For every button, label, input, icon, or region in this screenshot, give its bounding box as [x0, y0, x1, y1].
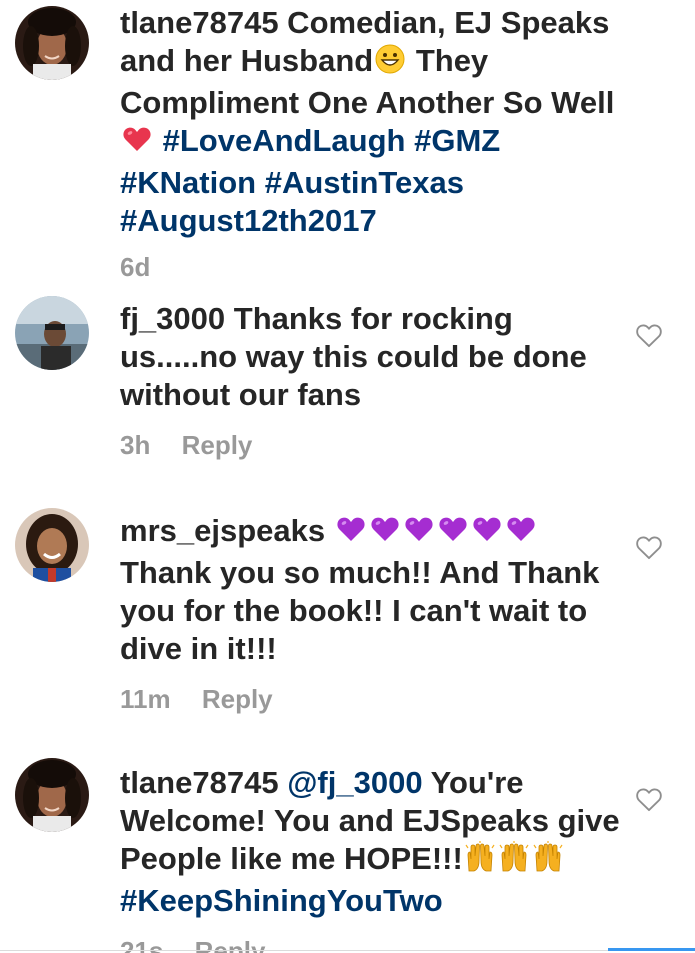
comment-meta: 11m Reply: [120, 684, 620, 714]
heart-outline-icon[interactable]: [635, 534, 663, 560]
comment-text-segment: [256, 165, 265, 200]
grinning-face-icon: [374, 43, 406, 84]
comment-text-segment: [154, 123, 163, 158]
divider: [0, 950, 695, 951]
hashtag-link[interactable]: #GMZ: [414, 123, 500, 158]
comment-text: tlane78745 @fj_3000 You're Welcome! You …: [120, 764, 620, 920]
comment-username[interactable]: mrs_ejspeaks: [120, 513, 325, 548]
red-heart-icon: [121, 123, 153, 164]
hashtag-link[interactable]: #AustinTexas: [265, 165, 464, 200]
comment-timestamp: 3h: [120, 430, 151, 460]
avatar[interactable]: [15, 6, 89, 80]
comment-username[interactable]: fj_3000: [120, 301, 225, 336]
comment-username[interactable]: tlane78745: [120, 5, 279, 40]
avatar[interactable]: [15, 508, 89, 582]
purple-heart-icon: [403, 513, 435, 554]
hashtag-link[interactable]: #LoveAndLaugh: [163, 123, 406, 158]
comment-username[interactable]: tlane78745: [120, 765, 279, 800]
comment-timestamp: 11m: [120, 684, 171, 714]
scroll-indicator: [608, 948, 695, 951]
hashtag-link[interactable]: #August12th2017: [120, 203, 377, 238]
comment-meta: 6d: [120, 252, 620, 282]
comment-text-segment: Thank you so much!! And Thank you for th…: [120, 555, 600, 666]
raising-hands-icon: [532, 841, 564, 882]
raising-hands-icon: [498, 841, 530, 882]
reply-button[interactable]: Reply: [182, 430, 253, 460]
comment-body: tlane78745 @fj_3000 You're Welcome! You …: [120, 764, 620, 953]
purple-heart-icon: [335, 513, 367, 554]
avatar[interactable]: [15, 758, 89, 832]
hashtag-link[interactable]: #KNation: [120, 165, 256, 200]
comment-text-segment: [279, 765, 288, 800]
hashtag-link[interactable]: #KeepShiningYouTwo: [120, 883, 443, 918]
raising-hands-icon: [464, 841, 496, 882]
comment-text-segment: [325, 513, 334, 548]
comment-body: tlane78745 Comedian, EJ Speaks and her H…: [120, 4, 620, 282]
purple-heart-icon: [369, 513, 401, 554]
avatar[interactable]: [15, 296, 89, 370]
mention-link[interactable]: @fj_3000: [287, 765, 422, 800]
comment-text: mrs_ejspeaks Thank you so much!! And Tha…: [120, 512, 620, 668]
comment-body: mrs_ejspeaks Thank you so much!! And Tha…: [120, 512, 620, 714]
comment-text-segment: [405, 123, 414, 158]
purple-heart-icon: [437, 513, 469, 554]
comment-list: tlane78745 Comedian, EJ Speaks and her H…: [0, 0, 695, 953]
comment-text: fj_3000 Thanks for rocking us.....no way…: [120, 300, 620, 414]
comment-timestamp: 6d: [120, 252, 151, 282]
comment-body: fj_3000 Thanks for rocking us.....no way…: [120, 300, 620, 460]
purple-heart-icon: [471, 513, 503, 554]
purple-heart-icon: [505, 513, 537, 554]
heart-outline-icon[interactable]: [635, 786, 663, 812]
reply-button[interactable]: Reply: [202, 684, 273, 714]
comment-text: tlane78745 Comedian, EJ Speaks and her H…: [120, 4, 620, 240]
heart-outline-icon[interactable]: [635, 322, 663, 348]
comment-meta: 3h Reply: [120, 430, 620, 460]
